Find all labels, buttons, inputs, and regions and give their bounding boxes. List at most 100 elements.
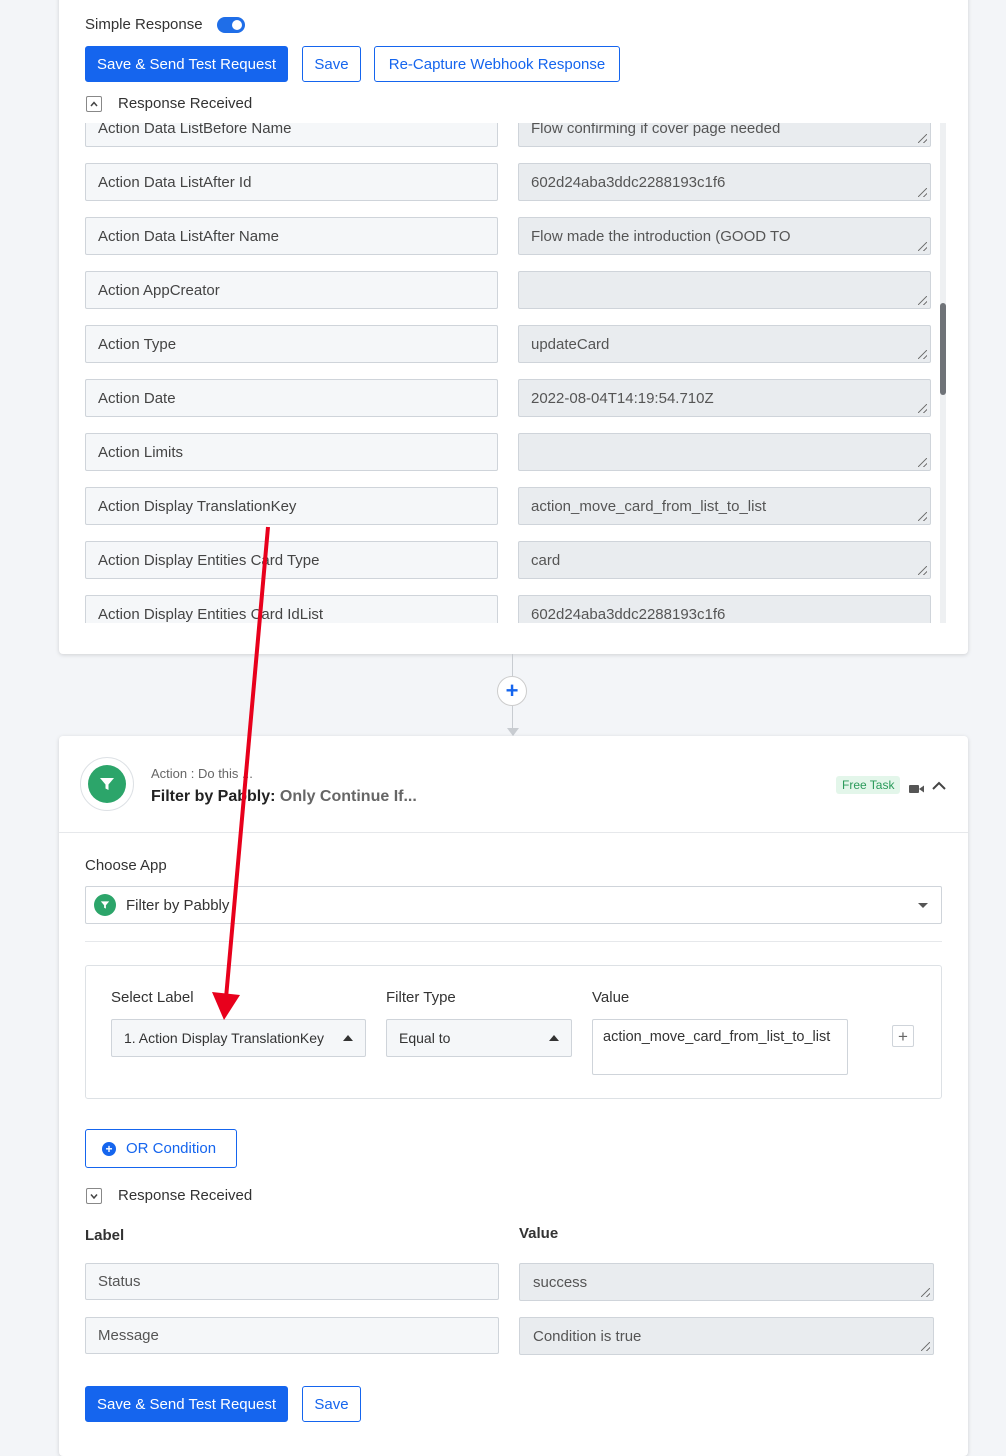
label-column-heading: Label — [85, 1227, 125, 1244]
chevron-up-icon — [86, 95, 102, 112]
scrollbar[interactable] — [940, 123, 946, 623]
divider — [59, 832, 968, 833]
field-row: Action Data ListBefore Name Flow confirm… — [85, 123, 931, 147]
field-value[interactable]: action_move_card_from_list_to_list — [518, 487, 931, 525]
field-row: Action Display TranslationKey action_mov… — [85, 487, 931, 525]
chevron-up-icon[interactable] — [931, 779, 947, 797]
resize-grip-icon[interactable] — [921, 1342, 930, 1351]
response-value[interactable]: success — [519, 1263, 934, 1301]
selected-label-text: 1. Action Display TranslationKey — [124, 1030, 324, 1046]
selected-app-label: Filter by Pabbly — [126, 896, 230, 914]
response-received-toggle[interactable]: Response Received — [86, 1187, 252, 1204]
field-label: Action Date — [85, 379, 498, 417]
caret-up-icon — [549, 1035, 559, 1041]
recapture-webhook-button[interactable]: Re-Capture Webhook Response — [374, 46, 620, 82]
filter-type-heading: Filter Type — [386, 989, 456, 1006]
filter-step-card: Action : Do this ... Filter by Pabbly: O… — [59, 736, 968, 1456]
resize-grip-icon[interactable] — [918, 242, 927, 251]
resize-grip-icon[interactable] — [921, 1288, 930, 1297]
field-row: Action Type updateCard — [85, 325, 931, 363]
field-value[interactable]: Flow made the introduction (GOOD TO — [518, 217, 931, 255]
response-label: Status — [85, 1263, 499, 1300]
field-row: Action Display Entities Card IdList 602d… — [85, 595, 931, 623]
step-title-app: Filter by Pabbly: — [151, 788, 276, 805]
step-title-suffix: Only Continue If... — [279, 788, 417, 805]
or-condition-label: OR Condition — [126, 1140, 217, 1157]
value-heading: Value — [592, 989, 630, 1006]
select-label-heading: Select Label — [111, 989, 194, 1006]
field-row: Action Limits — [85, 433, 931, 471]
field-value[interactable]: 602d24aba3ddc2288193c1f6 — [518, 163, 931, 201]
add-condition-button[interactable]: + — [892, 1025, 914, 1047]
response-received-toggle[interactable]: Response Received — [86, 95, 252, 112]
field-row: Action AppCreator — [85, 271, 931, 309]
response-received-label: Response Received — [118, 95, 253, 112]
resize-grip-icon[interactable] — [918, 512, 927, 521]
chevron-down-icon — [918, 903, 928, 908]
field-label: Action Data ListAfter Name — [85, 217, 498, 255]
scrollbar-thumb[interactable] — [940, 303, 946, 395]
selected-filter-type-text: Equal to — [399, 1030, 451, 1046]
filter-value-input[interactable]: action_move_card_from_list_to_list — [592, 1019, 848, 1075]
resize-grip-icon[interactable] — [918, 458, 927, 467]
add-step-button[interactable]: + — [497, 676, 527, 706]
webhook-step-card: Simple Response Save & Send Test Request… — [59, 0, 968, 654]
field-label: Action Data ListBefore Name — [85, 123, 498, 147]
chevron-down-icon — [86, 1187, 102, 1204]
resize-grip-icon[interactable] — [918, 188, 927, 197]
field-value[interactable] — [518, 433, 931, 471]
field-label: Action Display TranslationKey — [85, 487, 498, 525]
response-received-label: Response Received — [118, 1187, 253, 1204]
connector-line — [512, 654, 513, 676]
field-value[interactable]: updateCard — [518, 325, 931, 363]
field-row: Action Data ListAfter Name Flow made the… — [85, 217, 931, 255]
resize-grip-icon[interactable] — [918, 134, 927, 143]
caret-up-icon — [343, 1035, 353, 1041]
connector-arrow-icon — [507, 728, 519, 736]
divider — [85, 941, 942, 942]
field-value[interactable]: Flow confirming if cover page needed — [518, 123, 931, 147]
step-subtitle: Action : Do this ... — [151, 766, 253, 781]
connector-line — [512, 706, 513, 728]
resize-grip-icon[interactable] — [918, 350, 927, 359]
choose-app-label: Choose App — [85, 857, 167, 874]
simple-response-toggle[interactable] — [216, 16, 245, 33]
simple-response-label: Simple Response — [85, 16, 203, 33]
field-value[interactable]: card — [518, 541, 931, 579]
response-fields-list[interactable]: Action Data ListBefore Name Flow confirm… — [85, 123, 955, 623]
field-row: Action Date 2022-08-04T14:19:54.710Z — [85, 379, 931, 417]
funnel-icon — [100, 778, 114, 790]
plus-circle-icon: + — [102, 1141, 116, 1156]
simple-response-row: Simple Response — [85, 16, 245, 33]
field-row: Action Data ListAfter Id 602d24aba3ddc22… — [85, 163, 931, 201]
field-value[interactable] — [518, 271, 931, 309]
filter-app-logo — [80, 757, 134, 811]
or-condition-button[interactable]: + OR Condition — [85, 1129, 237, 1168]
select-label-dropdown[interactable]: 1. Action Display TranslationKey — [111, 1019, 366, 1057]
video-icon[interactable] — [909, 781, 924, 799]
save-button[interactable]: Save — [302, 1386, 361, 1422]
field-value[interactable]: 602d24aba3ddc2288193c1f6 — [518, 595, 931, 623]
free-task-badge: Free Task — [836, 776, 901, 794]
response-value[interactable]: Condition is true — [519, 1317, 934, 1355]
filter-type-dropdown[interactable]: Equal to — [386, 1019, 572, 1057]
choose-app-select[interactable]: Filter by Pabbly — [85, 886, 942, 924]
funnel-icon — [94, 894, 116, 916]
field-label: Action Data ListAfter Id — [85, 163, 498, 201]
save-send-test-button[interactable]: Save & Send Test Request — [85, 1386, 288, 1422]
save-send-test-button[interactable]: Save & Send Test Request — [85, 46, 288, 82]
filter-condition-box: Select Label Filter Type Value 1. Action… — [85, 965, 942, 1099]
response-label: Message — [85, 1317, 499, 1354]
field-label: Action Limits — [85, 433, 498, 471]
save-button[interactable]: Save — [302, 46, 361, 82]
value-column-heading: Value — [519, 1225, 559, 1242]
field-label: Action Type — [85, 325, 498, 363]
step-title: Filter by Pabbly: Only Continue If... — [151, 788, 417, 806]
resize-grip-icon[interactable] — [918, 566, 927, 575]
field-label: Action Display Entities Card IdList — [85, 595, 498, 623]
field-row: Action Display Entities Card Type card — [85, 541, 931, 579]
resize-grip-icon[interactable] — [918, 404, 927, 413]
resize-grip-icon[interactable] — [918, 296, 927, 305]
field-label: Action Display Entities Card Type — [85, 541, 498, 579]
field-value[interactable]: 2022-08-04T14:19:54.710Z — [518, 379, 931, 417]
